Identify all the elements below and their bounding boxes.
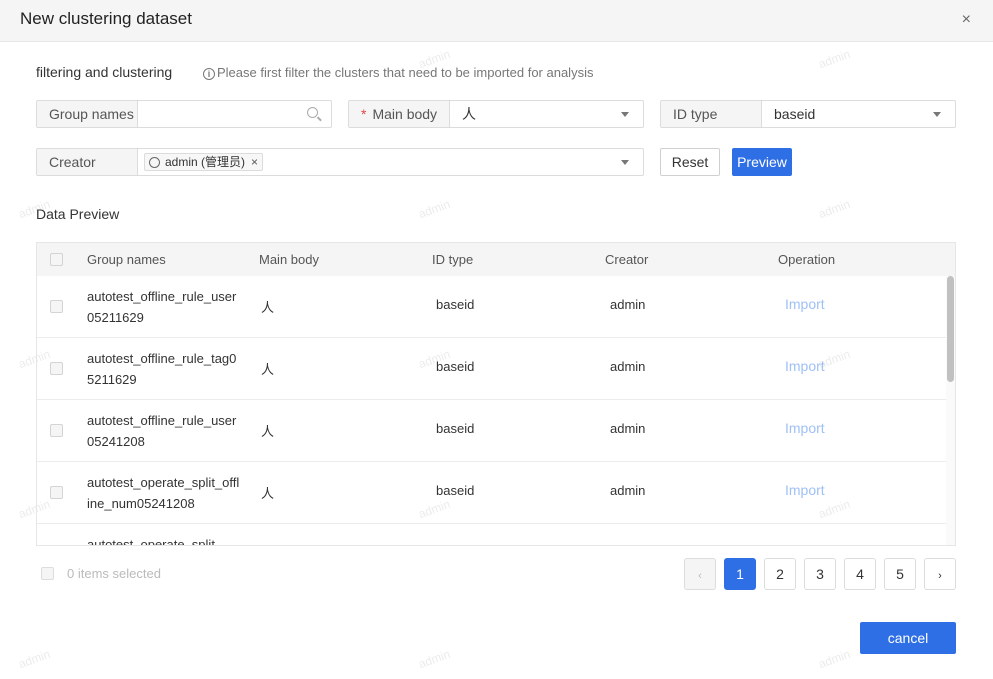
group-names-label: Group names — [37, 101, 138, 127]
page-button[interactable]: 5 — [884, 558, 916, 590]
row-creator: admin — [610, 359, 646, 374]
creator-tag: admin (管理员) × — [144, 153, 264, 171]
row-id-type: baseid — [436, 359, 475, 374]
main-body-value: 人 — [462, 106, 476, 122]
id-type-field: ID type baseid — [660, 100, 956, 128]
close-icon[interactable]: × — [962, 11, 971, 29]
page-button[interactable]: 2 — [764, 558, 796, 590]
page-button[interactable]: 4 — [844, 558, 876, 590]
filter-hint: i Please first filter the clusters that n… — [203, 65, 593, 80]
watermark: admin — [816, 646, 853, 672]
page-button[interactable]: 3 — [804, 558, 836, 590]
main-body-label-text: Main body — [372, 106, 438, 122]
table-header: Group names Main body ID type Creator Op… — [37, 243, 955, 276]
watermark: admin — [16, 646, 53, 672]
group-names-input[interactable] — [150, 101, 331, 127]
row-main-body: 人 — [261, 486, 275, 501]
row-creator: admin — [610, 421, 646, 436]
watermark: admin — [816, 196, 853, 222]
dialog-title: New clustering dataset — [20, 9, 192, 28]
chevron-right-icon: › — [938, 570, 942, 582]
watermark: admin — [416, 196, 453, 222]
column-header: Main body — [259, 252, 319, 267]
import-button[interactable]: Import — [785, 358, 825, 374]
table-row: autotest_offline_rule_tag05211629 人 base… — [37, 338, 947, 400]
row-checkbox[interactable] — [50, 362, 63, 375]
row-group-name: autotest_offline_rule_user05211629 — [87, 289, 237, 325]
id-type-select[interactable]: baseid — [762, 101, 955, 127]
row-group-name: autotest_operate_split_offline_num052412… — [87, 475, 240, 511]
cancel-button[interactable]: cancel — [860, 622, 956, 654]
table-row: autotest_offline_rule_user05211629 人 bas… — [37, 276, 947, 338]
preview-button[interactable]: Preview — [732, 148, 792, 176]
main-body-select[interactable]: 人 — [450, 101, 643, 127]
row-creator: admin — [610, 483, 646, 498]
main-body-label: * Main body — [349, 101, 450, 127]
row-id-type: baseid — [436, 483, 475, 498]
group-names-control — [138, 101, 331, 127]
row-checkbox[interactable] — [50, 486, 63, 499]
import-button[interactable]: Import — [785, 482, 825, 498]
main-body-field: * Main body 人 — [348, 100, 644, 128]
row-group-name: autotest_operate_split — [87, 537, 215, 546]
watermark: admin — [816, 46, 853, 72]
dialog-header: New clustering dataset × — [0, 0, 993, 42]
row-main-body: 人 — [261, 424, 275, 439]
import-button[interactable]: Import — [785, 420, 825, 436]
creator-select[interactable]: admin (管理员) × — [138, 149, 643, 175]
watermark: admin — [416, 646, 453, 672]
chevron-down-icon — [621, 160, 629, 165]
column-header: Creator — [605, 252, 649, 267]
search-icon[interactable] — [307, 107, 318, 118]
table-row: autotest_operate_split_offline_num052412… — [37, 462, 947, 524]
page-button[interactable]: 1 — [724, 558, 756, 590]
table-row: autotest_offline_rule_user05241208 人 bas… — [37, 400, 947, 462]
id-type-label: ID type — [661, 101, 762, 127]
row-checkbox[interactable] — [50, 424, 63, 437]
prev-page-button[interactable]: ‹ — [684, 558, 716, 590]
chevron-down-icon — [933, 112, 941, 117]
column-header: ID type — [432, 252, 474, 267]
filter-hint-text: Please first filter the clusters that ne… — [217, 65, 594, 80]
tag-close-icon[interactable]: × — [251, 154, 258, 170]
row-id-type: baseid — [436, 297, 475, 312]
group-names-field: Group names — [36, 100, 332, 128]
row-main-body: 人 — [261, 362, 275, 377]
row-group-name: autotest_offline_rule_tag05211629 — [87, 351, 237, 387]
select-all-checkbox[interactable] — [50, 253, 63, 266]
selected-count: 0 items selected — [67, 566, 161, 581]
id-type-value: baseid — [774, 106, 816, 122]
column-header: Operation — [778, 252, 836, 267]
chevron-down-icon — [621, 112, 629, 117]
user-icon — [149, 156, 160, 168]
import-button[interactable]: Import — [785, 296, 825, 312]
filter-section-title: filtering and clustering — [36, 64, 173, 80]
column-header: Group names — [87, 252, 166, 267]
table-row: autotest_operate_split — [37, 524, 947, 546]
required-mark: * — [361, 106, 367, 122]
select-all-footer-checkbox[interactable] — [41, 567, 54, 580]
next-page-button[interactable]: › — [924, 558, 956, 590]
row-creator: admin — [610, 297, 646, 312]
info-icon: i — [203, 68, 215, 80]
row-group-name: autotest_offline_rule_user05241208 — [87, 413, 237, 449]
row-id-type: baseid — [436, 421, 475, 436]
scrollbar-thumb[interactable] — [947, 276, 954, 382]
creator-field: Creator admin (管理员) × — [36, 148, 644, 176]
row-checkbox[interactable] — [50, 300, 63, 313]
preview-table: Group names Main body ID type Creator Op… — [36, 242, 956, 546]
chevron-left-icon: ‹ — [698, 570, 702, 582]
creator-label: Creator — [37, 149, 138, 175]
data-preview-title: Data Preview — [36, 206, 120, 222]
row-main-body: 人 — [261, 300, 275, 315]
reset-button[interactable]: Reset — [660, 148, 720, 176]
creator-tag-label: admin (管理员) — [165, 155, 246, 169]
